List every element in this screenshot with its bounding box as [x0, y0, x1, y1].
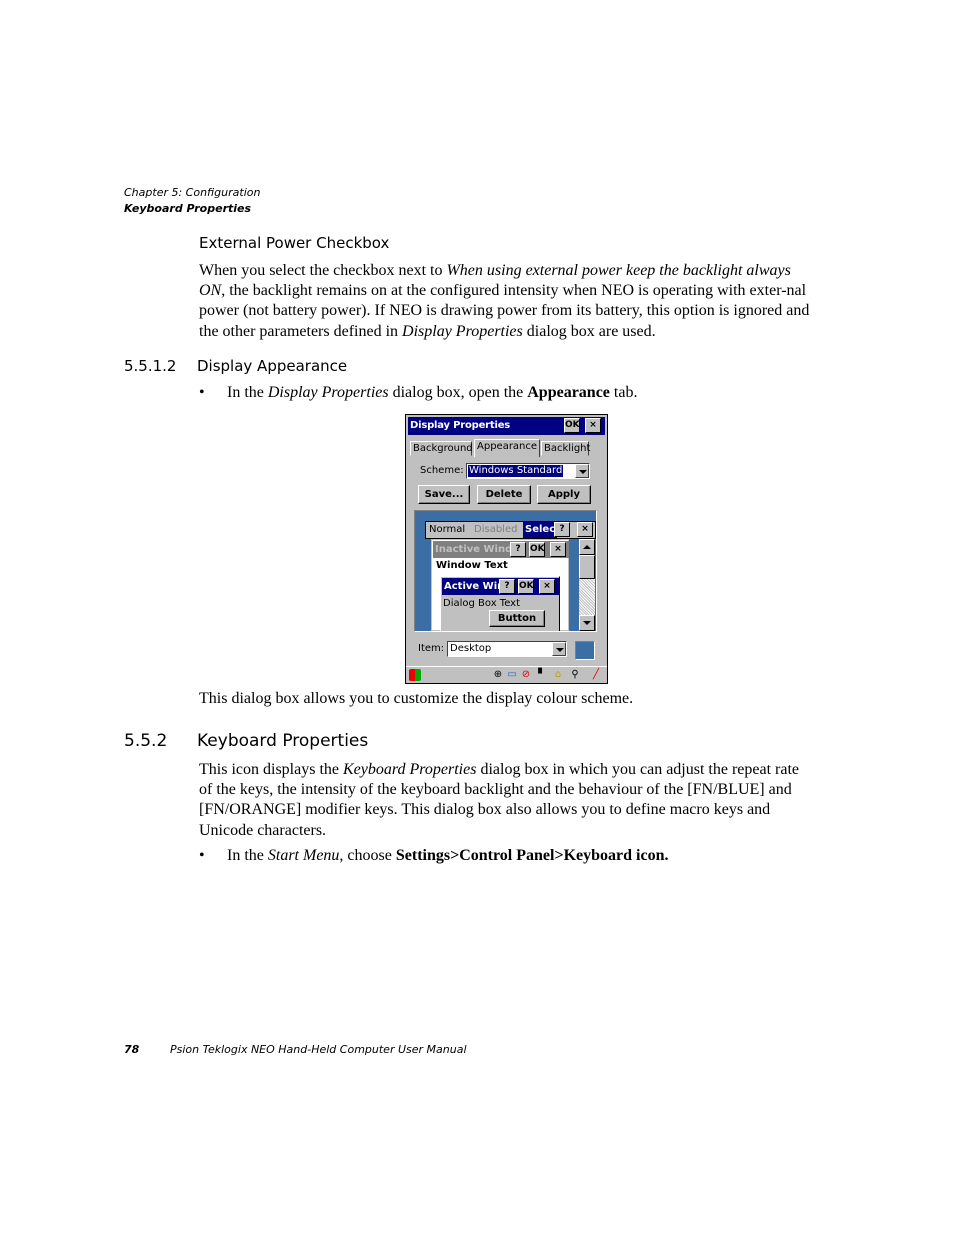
text: , choose: [339, 847, 396, 864]
scroll-down-button[interactable]: [579, 615, 595, 631]
close-button: ×: [577, 522, 593, 537]
text: In the: [227, 384, 268, 401]
text: In the: [227, 847, 268, 864]
item-label: Item:: [418, 643, 445, 654]
power-plug-icon[interactable]: ⚲: [569, 669, 581, 681]
close-button: ×: [539, 579, 555, 594]
scheme-select[interactable]: Windows Standard: [466, 463, 590, 479]
text: When you select the checkbox next to: [199, 262, 447, 279]
network-icon[interactable]: ⊕: [492, 669, 504, 681]
inactive-title: Inactive Windo: [435, 544, 520, 555]
save-button[interactable]: Save...: [418, 485, 470, 504]
item-select[interactable]: Desktop: [447, 641, 567, 657]
delete-button[interactable]: Delete: [477, 485, 531, 504]
bullet-dot: •: [199, 847, 205, 864]
dialog-box-text: Dialog Box Text: [443, 598, 521, 609]
window-text: Window Text: [436, 560, 508, 571]
start-icon[interactable]: [409, 669, 421, 681]
tab-background[interactable]: Background: [410, 441, 473, 456]
strong: Appearance: [527, 384, 610, 401]
section-header: Keyboard Properties: [124, 202, 252, 215]
ok-button[interactable]: OK: [564, 418, 580, 433]
inactive-window: Inactive Windo ? OK × Window Text Active…: [431, 539, 569, 631]
close-button: ×: [550, 542, 566, 557]
chevron-down-icon: [583, 621, 591, 625]
help-button: ?: [499, 579, 515, 594]
keyboard-properties-bullet: • In the Start Menu, choose Settings>Cont…: [199, 847, 668, 865]
no-sound-icon[interactable]: ⊘: [520, 669, 532, 681]
menu-normal: Normal: [429, 524, 466, 535]
emphasis: Start Menu: [267, 847, 340, 864]
page-number: 78: [124, 1043, 140, 1056]
external-power-paragraph: When you select the checkbox next to Whe…: [199, 261, 819, 342]
stylus-icon[interactable]: ╱: [590, 669, 602, 681]
input-icon[interactable]: ▘: [536, 669, 548, 681]
text: dialog box, open the: [388, 384, 528, 401]
tab-backlight[interactable]: Backlight: [541, 441, 590, 456]
keyboard-properties-number: 5.5.2: [124, 731, 168, 751]
emphasis: Keyboard Properties: [342, 761, 477, 778]
chapter-header: Chapter 5: Configuration: [124, 186, 261, 199]
chevron-down-icon[interactable]: [552, 642, 566, 656]
connection-icon[interactable]: ▭: [506, 669, 518, 681]
scheme-value: Windows Standard: [466, 464, 565, 478]
scroll-up-button[interactable]: [579, 539, 595, 555]
chevron-up-icon: [583, 545, 591, 549]
preview-menubar: Normal Disabled Selec ? ×: [425, 521, 596, 539]
keyboard-properties-heading: Keyboard Properties: [197, 731, 369, 751]
chevron-down-icon[interactable]: [575, 464, 589, 478]
strong: Settings>Control Panel>Keyboard icon.: [395, 847, 669, 864]
ok-button: OK: [518, 579, 534, 594]
active-window: Active Win ? OK × Dialog Box Text Button: [440, 576, 560, 631]
apply-button[interactable]: Apply: [537, 485, 591, 504]
item-value: Desktop: [450, 643, 492, 654]
sample-button: Button: [489, 610, 545, 627]
footer-title: Psion Teklogix NEO Hand-Held Computer Us…: [170, 1043, 467, 1056]
display-properties-screenshot: Display Properties OK × Background Appea…: [405, 414, 608, 684]
scroll-thumb[interactable]: [579, 555, 595, 579]
display-appearance-bullet: • In the Display Properties dialog box, o…: [199, 384, 637, 402]
external-power-heading: External Power Checkbox: [199, 234, 390, 252]
preview-scrollbar[interactable]: [579, 539, 595, 631]
active-title: Active Win: [444, 581, 505, 592]
display-appearance-number: 5.5.1.2: [124, 357, 177, 375]
text: dialog box are used.: [522, 322, 656, 340]
text: This icon displays the: [199, 761, 343, 778]
taskbar: ⊕ ▭ ⊘ ▘ ⌂ ⚲ ╱: [406, 666, 607, 683]
lock-icon[interactable]: ⌂: [552, 669, 564, 681]
dialog-title: Display Properties: [410, 420, 511, 431]
emphasis: Display Properties: [267, 384, 389, 401]
close-button[interactable]: ×: [585, 418, 601, 433]
emphasis: Display Properties: [402, 322, 523, 340]
help-button: ?: [554, 522, 570, 537]
color-swatch[interactable]: [575, 641, 595, 660]
ok-button: OK: [529, 542, 545, 557]
help-button: ?: [510, 542, 526, 557]
dialog-titlebar: Display Properties OK ×: [408, 417, 605, 435]
inactive-title-bar: Inactive Windo: [433, 541, 569, 558]
scheme-label: Scheme:: [420, 465, 464, 476]
dialog-caption: This dialog box allows you to customize …: [199, 690, 634, 707]
scheme-preview[interactable]: Normal Disabled Selec ? × Inactive Windo…: [414, 510, 597, 632]
menu-disabled: Disabled: [474, 524, 518, 535]
display-appearance-heading: Display Appearance: [197, 357, 348, 375]
menu-selected: Selec: [523, 522, 558, 538]
bullet-dot: •: [199, 384, 205, 401]
keyboard-properties-paragraph: This icon displays the Keyboard Properti…: [199, 760, 814, 841]
tab-appearance[interactable]: Appearance: [474, 439, 540, 457]
text: tab.: [609, 384, 638, 401]
